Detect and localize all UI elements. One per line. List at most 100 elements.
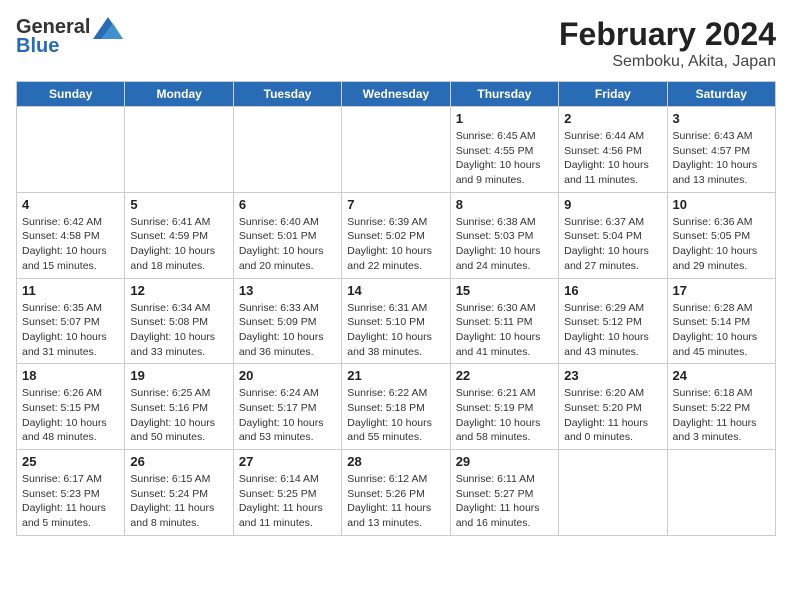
day-info: Sunrise: 6:17 AMSunset: 5:23 PMDaylight:… [22,472,119,531]
calendar-cell: 13 Sunrise: 6:33 AMSunset: 5:09 PMDayligh… [233,278,341,364]
day-info: Sunrise: 6:26 AMSunset: 5:15 PMDaylight:… [22,386,119,445]
day-number: 7 [347,197,444,212]
calendar-cell: 15 Sunrise: 6:30 AMSunset: 5:11 PMDayligh… [450,278,558,364]
calendar-cell: 8Sunrise: 6:38 AMSunset: 5:03 PMDaylight… [450,192,558,278]
day-info: Sunrise: 6:44 AMSunset: 4:56 PMDaylight:… [564,129,661,188]
day-info: Sunrise: 6:30 AMSunset: 5:11 PMDaylight:… [456,301,553,360]
calendar-cell [125,107,233,193]
day-info: Sunrise: 6:20 AMSunset: 5:20 PMDaylight:… [564,386,661,445]
calendar-cell: 14 Sunrise: 6:31 AMSunset: 5:10 PMDayligh… [342,278,450,364]
calendar-cell [17,107,125,193]
calendar-week-row: 18Sunrise: 6:26 AMSunset: 5:15 PMDayligh… [17,364,776,450]
title-area: February 2024 Semboku, Akita, Japan [559,16,776,71]
calendar-cell: 4 Sunrise: 6:42 AMSunset: 4:58 PMDaylight… [17,192,125,278]
calendar-cell [667,450,775,536]
calendar-cell [559,450,667,536]
weekday-header: Friday [559,82,667,107]
day-number: 25 [22,454,119,469]
calendar-cell [342,107,450,193]
day-info: Sunrise: 6:28 AMSunset: 5:14 PMDaylight:… [673,301,770,360]
calendar-week-row: 1 Sunrise: 6:45 AMSunset: 4:55 PMDaylight… [17,107,776,193]
header: General Blue February 2024 Semboku, Akit… [16,16,776,71]
calendar-cell: 24 Sunrise: 6:18 AMSunset: 5:22 PMDayligh… [667,364,775,450]
weekday-header: Saturday [667,82,775,107]
calendar-week-row: 11Sunrise: 6:35 AMSunset: 5:07 PMDayligh… [17,278,776,364]
day-info: Sunrise: 6:42 AMSunset: 4:58 PMDaylight:… [22,215,119,274]
day-number: 2 [564,111,661,126]
calendar: SundayMondayTuesdayWednesdayThursdayFrid… [16,81,776,536]
calendar-cell [233,107,341,193]
day-info: Sunrise: 6:39 AMSunset: 5:02 PMDaylight:… [347,215,444,274]
day-info: Sunrise: 6:29 AMSunset: 5:12 PMDaylight:… [564,301,661,360]
day-info: Sunrise: 6:31 AMSunset: 5:10 PMDaylight:… [347,301,444,360]
day-info: Sunrise: 6:34 AMSunset: 5:08 PMDaylight:… [130,301,227,360]
weekday-header: Sunday [17,82,125,107]
day-number: 23 [564,368,661,383]
calendar-cell: 1 Sunrise: 6:45 AMSunset: 4:55 PMDaylight… [450,107,558,193]
calendar-cell: 2 Sunrise: 6:44 AMSunset: 4:56 PMDaylight… [559,107,667,193]
calendar-cell: 23 Sunrise: 6:20 AMSunset: 5:20 PMDayligh… [559,364,667,450]
day-info: Sunrise: 6:37 AMSunset: 5:04 PMDaylight:… [564,215,661,274]
day-number: 13 [239,283,336,298]
day-info: Sunrise: 6:33 AMSunset: 5:09 PMDaylight:… [239,301,336,360]
calendar-cell: 27Sunrise: 6:14 AMSunset: 5:25 PMDayligh… [233,450,341,536]
day-number: 21 [347,368,444,383]
day-number: 24 [673,368,770,383]
day-info: Sunrise: 6:41 AMSunset: 4:59 PMDaylight:… [130,215,227,274]
day-info: Sunrise: 6:11 AMSunset: 5:27 PMDaylight:… [456,472,553,531]
day-number: 10 [673,197,770,212]
day-number: 28 [347,454,444,469]
day-number: 14 [347,283,444,298]
day-info: Sunrise: 6:43 AMSunset: 4:57 PMDaylight:… [673,129,770,188]
calendar-cell: 20 Sunrise: 6:24 AMSunset: 5:17 PMDayligh… [233,364,341,450]
calendar-cell: 25 Sunrise: 6:17 AMSunset: 5:23 PMDayligh… [17,450,125,536]
calendar-cell: 5 Sunrise: 6:41 AMSunset: 4:59 PMDaylight… [125,192,233,278]
day-number: 16 [564,283,661,298]
day-info: Sunrise: 6:22 AMSunset: 5:18 PMDaylight:… [347,386,444,445]
weekday-header: Monday [125,82,233,107]
day-number: 22 [456,368,553,383]
day-number: 9 [564,197,661,212]
calendar-cell: 19Sunrise: 6:25 AMSunset: 5:16 PMDayligh… [125,364,233,450]
day-number: 5 [130,197,227,212]
calendar-week-row: 25 Sunrise: 6:17 AMSunset: 5:23 PMDayligh… [17,450,776,536]
weekday-header: Wednesday [342,82,450,107]
page-subtitle: Semboku, Akita, Japan [559,53,776,71]
day-number: 26 [130,454,227,469]
day-info: Sunrise: 6:18 AMSunset: 5:22 PMDaylight:… [673,386,770,445]
calendar-week-row: 4 Sunrise: 6:42 AMSunset: 4:58 PMDaylight… [17,192,776,278]
day-number: 15 [456,283,553,298]
day-info: Sunrise: 6:24 AMSunset: 5:17 PMDaylight:… [239,386,336,445]
calendar-cell: 3 Sunrise: 6:43 AMSunset: 4:57 PMDaylight… [667,107,775,193]
calendar-cell: 29 Sunrise: 6:11 AMSunset: 5:27 PMDayligh… [450,450,558,536]
calendar-cell: 18Sunrise: 6:26 AMSunset: 5:15 PMDayligh… [17,364,125,450]
weekday-header: Thursday [450,82,558,107]
calendar-cell: 28Sunrise: 6:12 AMSunset: 5:26 PMDayligh… [342,450,450,536]
calendar-cell: 17 Sunrise: 6:28 AMSunset: 5:14 PMDayligh… [667,278,775,364]
calendar-cell: 26Sunrise: 6:15 AMSunset: 5:24 PMDayligh… [125,450,233,536]
calendar-cell: 21 Sunrise: 6:22 AMSunset: 5:18 PMDayligh… [342,364,450,450]
day-number: 20 [239,368,336,383]
day-number: 6 [239,197,336,212]
logo: General Blue [16,16,123,58]
logo-blue-text: Blue [16,35,59,58]
calendar-cell: 6 Sunrise: 6:40 AMSunset: 5:01 PMDaylight… [233,192,341,278]
day-info: Sunrise: 6:45 AMSunset: 4:55 PMDaylight:… [456,129,553,188]
calendar-cell: 11Sunrise: 6:35 AMSunset: 5:07 PMDayligh… [17,278,125,364]
day-info: Sunrise: 6:14 AMSunset: 5:25 PMDaylight:… [239,472,336,531]
day-number: 12 [130,283,227,298]
page-title: February 2024 [559,16,776,53]
day-info: Sunrise: 6:21 AMSunset: 5:19 PMDaylight:… [456,386,553,445]
day-number: 17 [673,283,770,298]
calendar-cell: 12 Sunrise: 6:34 AMSunset: 5:08 PMDayligh… [125,278,233,364]
day-number: 4 [22,197,119,212]
calendar-cell: 7 Sunrise: 6:39 AMSunset: 5:02 PMDaylight… [342,192,450,278]
day-info: Sunrise: 6:40 AMSunset: 5:01 PMDaylight:… [239,215,336,274]
day-info: Sunrise: 6:35 AMSunset: 5:07 PMDaylight:… [22,301,119,360]
day-info: Sunrise: 6:25 AMSunset: 5:16 PMDaylight:… [130,386,227,445]
calendar-cell: 22 Sunrise: 6:21 AMSunset: 5:19 PMDayligh… [450,364,558,450]
day-number: 1 [456,111,553,126]
day-number: 29 [456,454,553,469]
day-info: Sunrise: 6:36 AMSunset: 5:05 PMDaylight:… [673,215,770,274]
day-number: 3 [673,111,770,126]
